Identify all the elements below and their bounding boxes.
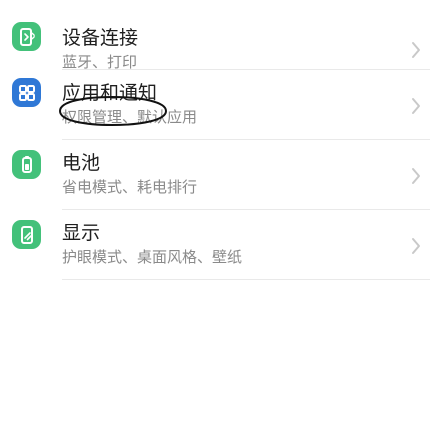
chevron-right-icon bbox=[410, 41, 422, 59]
settings-item-battery[interactable]: 电池 省电模式、耗电排行 bbox=[0, 140, 430, 210]
chevron-right-icon bbox=[410, 97, 422, 115]
settings-item-title: 设备连接 bbox=[62, 27, 139, 49]
settings-item-display[interactable]: 显示 护眼模式、桌面风格、壁纸 bbox=[0, 210, 430, 280]
settings-item-subtitle: 权限管理、默认应用 bbox=[62, 108, 198, 126]
settings-item-subtitle: 省电模式、耗电排行 bbox=[62, 178, 198, 196]
settings-item-device-connection[interactable]: 设备连接 蓝牙、打印 bbox=[0, 0, 430, 71]
settings-item-title: 显示 bbox=[62, 222, 101, 244]
apps-grid-icon bbox=[12, 78, 41, 107]
settings-list: 设备连接 蓝牙、打印 应用和通知 权限管理、默认应用 电池 省电模式、耗电排行 … bbox=[0, 0, 430, 280]
battery-icon bbox=[12, 150, 41, 179]
settings-item-title: 电池 bbox=[62, 152, 101, 174]
device-connection-icon bbox=[12, 22, 41, 51]
chevron-right-icon bbox=[410, 167, 422, 185]
settings-item-apps-notifications[interactable]: 应用和通知 权限管理、默认应用 bbox=[0, 70, 430, 140]
display-icon bbox=[12, 220, 41, 249]
settings-item-subtitle: 护眼模式、桌面风格、壁纸 bbox=[62, 248, 243, 266]
chevron-right-icon bbox=[410, 237, 422, 255]
divider bbox=[62, 279, 430, 280]
settings-item-title: 应用和通知 bbox=[62, 82, 158, 104]
